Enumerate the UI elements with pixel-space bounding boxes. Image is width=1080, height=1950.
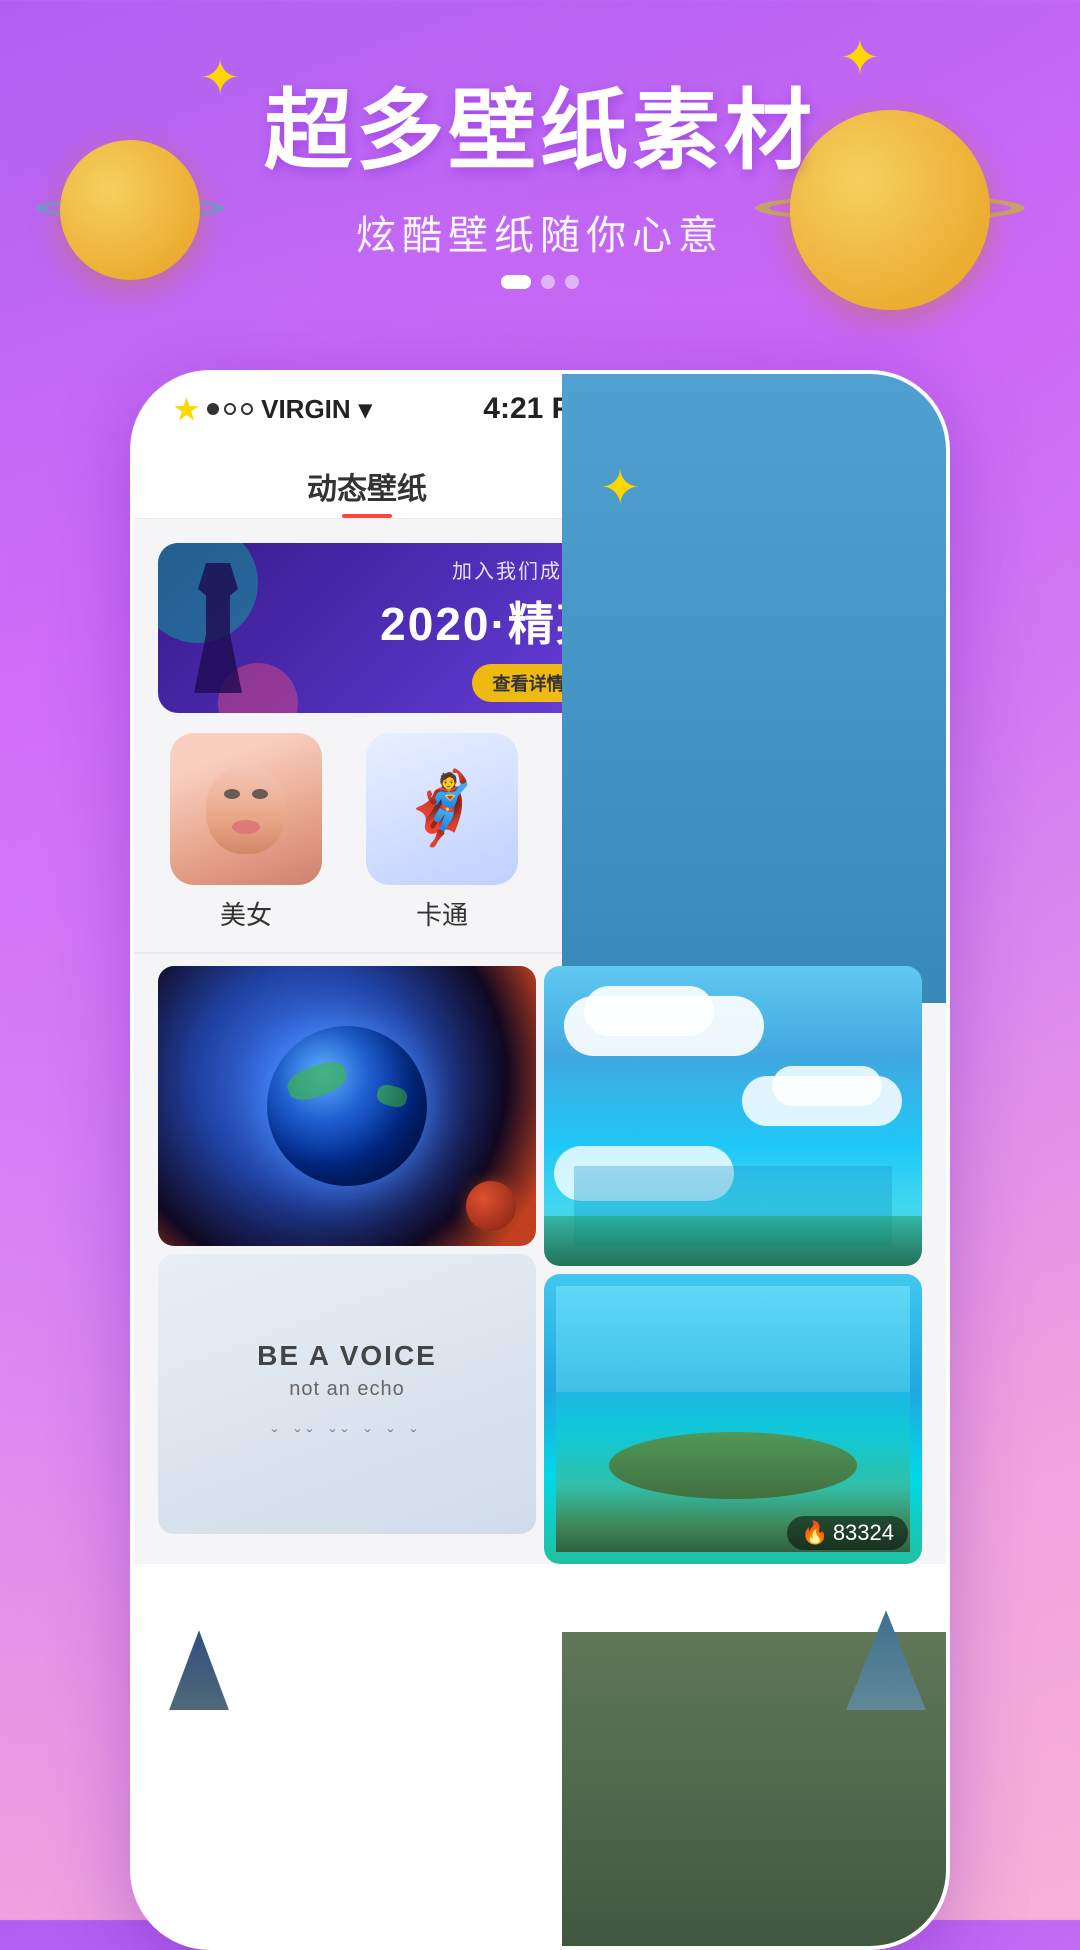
wallpaper-col-1: BE A VOICE not an echo ˇ ˇˇ ˇˇ ˇ ˇ ˇ bbox=[158, 966, 536, 1564]
cloud-4 bbox=[772, 1066, 882, 1106]
category-thumb-beauty bbox=[170, 733, 322, 885]
wallpaper-earth[interactable] bbox=[158, 966, 536, 1246]
island-sky bbox=[556, 1286, 910, 1392]
star-icon-1: ✦ bbox=[200, 50, 240, 106]
tab-dynamic-label: 动态壁纸 bbox=[307, 464, 427, 508]
wallpaper-birds: ˇ ˇˇ ˇˇ ˇ ˇ ˇ bbox=[272, 1427, 423, 1448]
wallpaper-sky[interactable] bbox=[544, 966, 922, 1266]
wallpaper-quote-sub: not an echo bbox=[289, 1378, 405, 1401]
island-land bbox=[609, 1432, 857, 1499]
wifi-icon: ▾ bbox=[359, 394, 372, 425]
tab-active-indicator bbox=[342, 514, 392, 518]
sub-title: 炫酷壁纸随你心意 bbox=[356, 203, 724, 261]
wallpaper-island[interactable]: 🔥 83324 bbox=[544, 1274, 922, 1564]
banner-dots bbox=[501, 275, 579, 289]
dot-3[interactable] bbox=[565, 275, 579, 289]
wallpaper-text-quote[interactable]: BE A VOICE not an echo ˇ ˇˇ ˇˇ ˇ ˇ ˇ bbox=[158, 1254, 536, 1534]
hot-count: 83324 bbox=[833, 1520, 894, 1546]
category-thumb-cartoon: 🦸 bbox=[366, 733, 518, 885]
beauty-image bbox=[170, 733, 322, 885]
status-left: ★ VIRGIN ▾ bbox=[174, 393, 372, 426]
cloud-2 bbox=[584, 986, 714, 1036]
carrier-label: VIRGIN bbox=[261, 394, 351, 425]
dot-1[interactable] bbox=[501, 275, 531, 289]
red-planet bbox=[466, 1181, 516, 1231]
star-icon-3: ✦ bbox=[600, 460, 640, 516]
category-scenery[interactable]: 风景 bbox=[550, 733, 726, 932]
wallpaper-col-2: 🔥 83324 bbox=[544, 966, 922, 1564]
category-grid: 美女 🦸 卡通 风景 bbox=[134, 733, 946, 932]
main-title: 超多壁纸素材 bbox=[264, 60, 816, 187]
category-label-cartoon: 卡通 bbox=[416, 895, 468, 932]
signal-dot-2 bbox=[224, 403, 236, 415]
cartoon-image: 🦸 bbox=[366, 733, 518, 885]
phone-mockup: ★ VIRGIN ▾ 4:21 PM ✦ 95% 动态壁纸 bbox=[130, 370, 950, 1950]
earth-visual bbox=[267, 1026, 427, 1186]
planet-left bbox=[40, 120, 220, 300]
tab-dynamic-wallpaper[interactable]: 动态壁纸 bbox=[194, 444, 540, 518]
hot-badge: 🔥 83324 bbox=[787, 1516, 908, 1550]
wallpaper-grid: BE A VOICE not an echo ˇ ˇˇ ˇˇ ˇ ˇ ˇ bbox=[134, 966, 946, 1564]
earth-shadow bbox=[267, 1026, 427, 1186]
island-visual bbox=[556, 1286, 910, 1552]
category-label-beauty: 美女 bbox=[220, 895, 272, 932]
flame-icon: 🔥 bbox=[801, 1520, 828, 1546]
land-bottom bbox=[544, 1216, 922, 1266]
scenery-image bbox=[562, 733, 714, 885]
signal-dot-3 bbox=[241, 403, 253, 415]
wallpaper-quote-main: BE A VOICE bbox=[257, 1340, 437, 1372]
status-star: ★ bbox=[174, 393, 199, 426]
dot-2[interactable] bbox=[541, 275, 555, 289]
signal-dot-1 bbox=[207, 403, 219, 415]
category-thumb-scenery bbox=[562, 733, 714, 885]
star-icon-2: ✦ bbox=[840, 30, 880, 86]
phone-content: 加入我们成就梦想 2020·精英招聘 查看详情 → 美女 bbox=[134, 519, 946, 1564]
signal-dots bbox=[207, 403, 253, 415]
category-cartoon[interactable]: 🦸 卡通 bbox=[354, 733, 530, 932]
category-beauty[interactable]: 美女 bbox=[158, 733, 334, 932]
